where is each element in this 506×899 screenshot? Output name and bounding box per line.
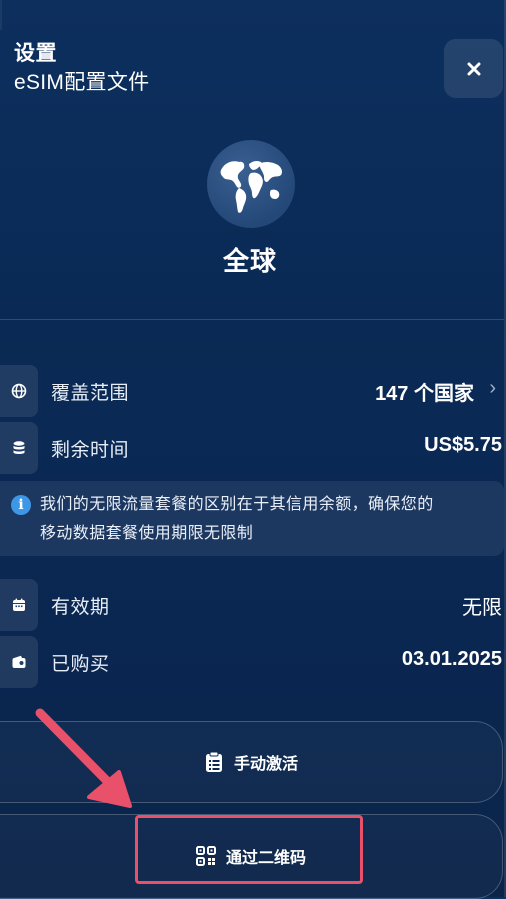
annotation-arrow <box>35 708 132 808</box>
annotation-highlight-box <box>135 815 363 884</box>
